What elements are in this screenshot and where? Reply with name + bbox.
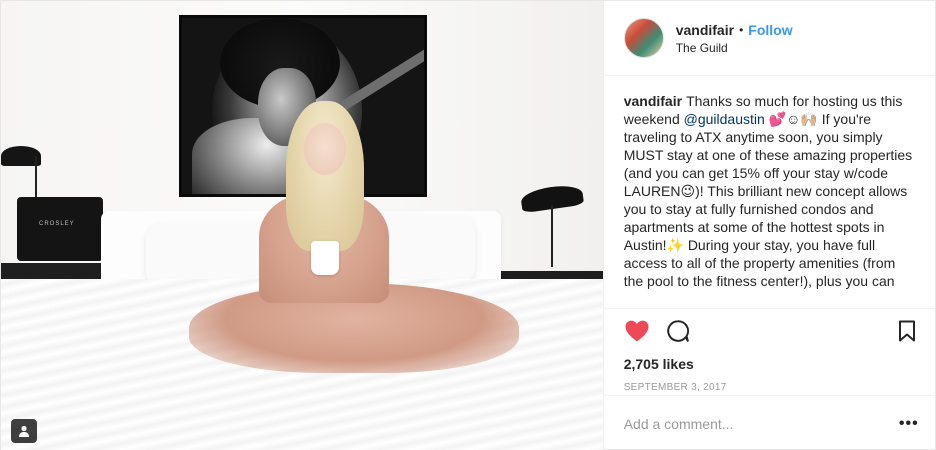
name-row: vandifair • Follow (676, 22, 793, 38)
comment-glyph (666, 319, 689, 342)
heart-icon[interactable] (624, 319, 650, 343)
multiple-photos-icon[interactable] (11, 419, 37, 443)
bookmark-glyph (899, 320, 915, 341)
follow-button[interactable]: Follow (748, 22, 792, 38)
caption-text-rest: 💕☺🙌🏼 If you're traveling to ATX anytime … (623, 111, 913, 289)
caption: vandifair Thanks so much for hosting us t… (604, 76, 935, 308)
left-lamp-stem (35, 156, 37, 202)
author-username[interactable]: vandifair (676, 22, 734, 38)
header-text: vandifair • Follow The Guild (676, 22, 793, 55)
caption-username[interactable]: vandifair (624, 93, 682, 109)
avatar[interactable] (623, 18, 664, 58)
comment-icon[interactable] (666, 319, 690, 343)
right-lamp-stem (551, 205, 553, 267)
comment-input[interactable] (623, 415, 899, 432)
coffee-mug (311, 241, 339, 275)
location-link[interactable]: The Guild (676, 41, 793, 55)
person-tag-glyph (19, 425, 29, 437)
post-photo[interactable]: CROSLEY (1, 1, 603, 450)
likes-count[interactable]: 2,705 likes (604, 346, 935, 372)
heart-glyph (625, 320, 649, 341)
caption-mention-link[interactable]: @guildaustin (684, 111, 765, 127)
post-card: CROSLEY vandifair • Follow The Guild van… (0, 0, 936, 450)
separator-dot: • (739, 22, 744, 37)
more-options-icon[interactable]: ••• (899, 415, 919, 433)
post-date[interactable]: SEPTEMBER 3, 2017 (604, 372, 935, 393)
record-player-brand: CROSLEY (39, 221, 75, 227)
record-player: CROSLEY (17, 197, 103, 261)
post-header: vandifair • Follow The Guild (603, 1, 935, 76)
bookmark-icon[interactable] (895, 319, 919, 343)
post-sidebar: vandifair • Follow The Guild vandifair Th… (602, 1, 936, 450)
person-face (304, 123, 346, 175)
action-bar (603, 308, 935, 346)
comment-box: ••• (603, 395, 936, 450)
